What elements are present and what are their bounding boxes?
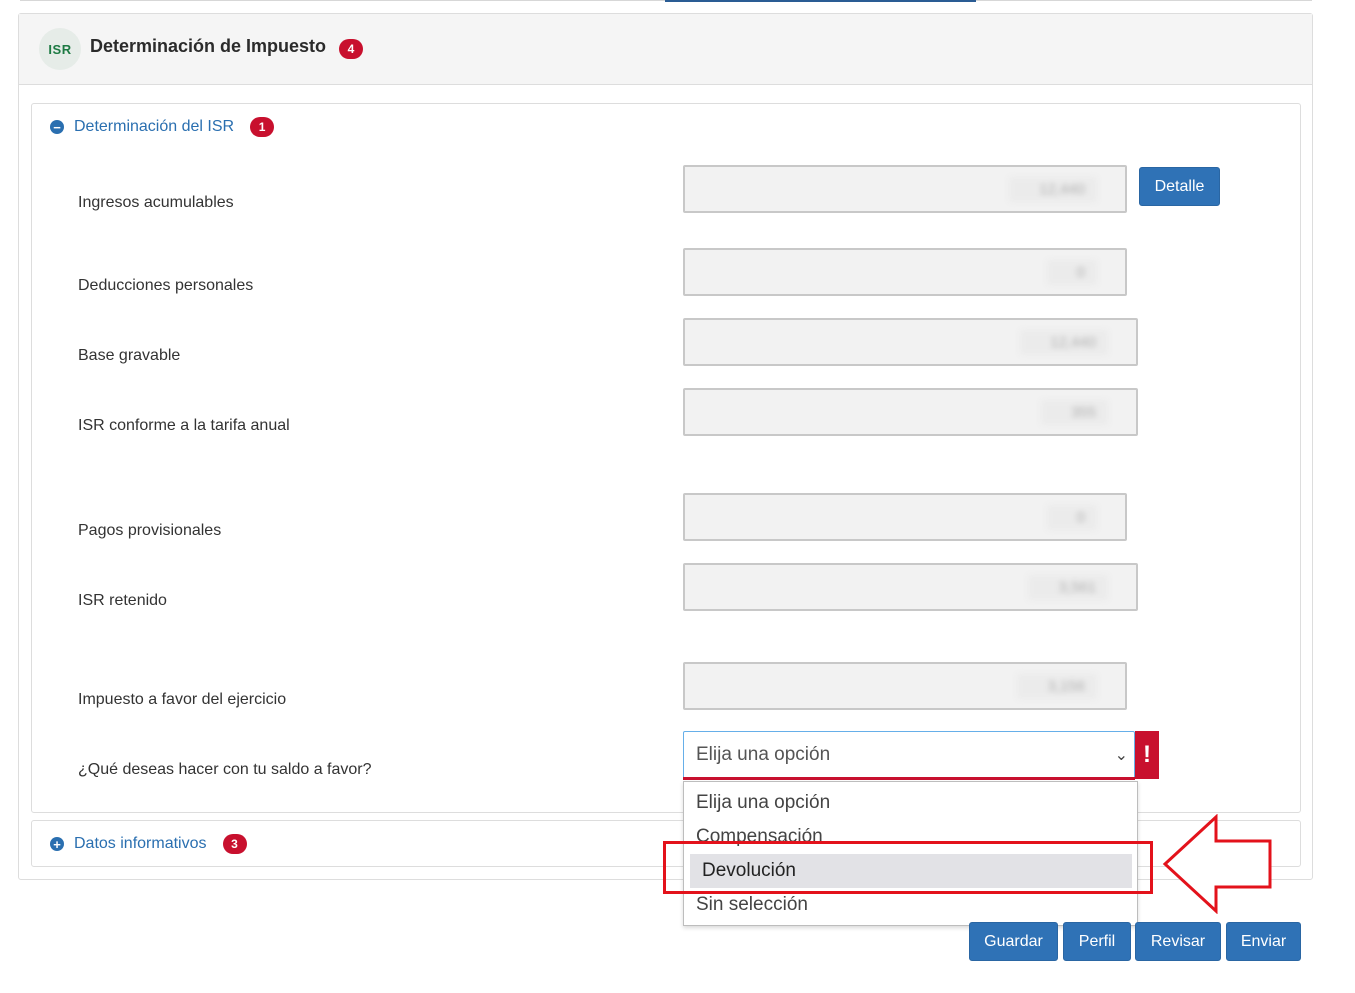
panel-title: Determinación de Impuesto (90, 36, 327, 56)
isr-icon: ISR (39, 28, 81, 70)
label-ingresos-acumulables: Ingresos acumulables (78, 194, 234, 211)
value-pagos-provisionales: 0 (1046, 504, 1097, 530)
field-impuesto-a-favor: 3,156 (683, 662, 1127, 710)
label-pagos-provisionales: Pagos provisionales (78, 522, 222, 539)
error-exclamation-icon: ! (1135, 731, 1159, 779)
field-deducciones-personales: 0 (683, 248, 1127, 296)
label-deducciones-personales: Deducciones personales (78, 277, 254, 294)
detalle-button[interactable]: Detalle (1139, 167, 1220, 206)
panel-count-badge: 4 (339, 39, 363, 59)
option-compensacion[interactable]: Compensación (684, 820, 1137, 854)
expand-plus-icon: + (50, 837, 64, 851)
label-isr-retenido: ISR retenido (78, 592, 167, 609)
value-isr-tarifa-anual: 355 (1040, 399, 1108, 425)
label-saldo-a-favor-question: ¿Qué deseas hacer con tu saldo a favor? (78, 761, 372, 778)
section-info-badge: 3 (222, 834, 247, 854)
saldo-options-dropdown: Elija una opción Compensación Devolución… (683, 781, 1138, 926)
saldo-a-favor-select[interactable]: Elija una opción ⌄ (683, 731, 1135, 779)
collapse-minus-icon: − (50, 120, 64, 134)
value-isr-retenido: 3,561 (1028, 574, 1108, 600)
label-impuesto-a-favor: Impuesto a favor del ejercicio (78, 691, 287, 708)
field-base-gravable: 12,440 (683, 318, 1138, 366)
field-ingresos-acumulables: 12,440 (683, 165, 1127, 213)
section-isr-toggle[interactable]: − Determinación del ISR 1 (50, 117, 275, 137)
enviar-button[interactable]: Enviar (1226, 922, 1301, 961)
label-base-gravable: Base gravable (78, 347, 181, 364)
section-info-title: Datos informativos (74, 835, 207, 852)
select-error-underline (683, 777, 1135, 780)
label-isr-tarifa-anual: ISR conforme a la tarifa anual (78, 417, 290, 434)
annotation-arrow-icon (1162, 814, 1272, 914)
section-info-toggle[interactable]: + Datos informativos 3 (50, 834, 247, 854)
option-elija-una-opcion[interactable]: Elija una opción (684, 786, 1137, 820)
value-impuesto-a-favor: 3,156 (1017, 673, 1097, 699)
option-devolucion[interactable]: Devolución (690, 854, 1132, 888)
chevron-down-icon: ⌄ (1114, 747, 1128, 764)
section-isr-badge: 1 (250, 117, 275, 137)
revisar-button[interactable]: Revisar (1135, 922, 1221, 961)
field-isr-tarifa-anual: 355 (683, 388, 1138, 436)
section-isr-title: Determinación del ISR (74, 118, 235, 135)
field-pagos-provisionales: 0 (683, 493, 1127, 541)
value-ingresos-acumulables: 12,440 (1009, 176, 1097, 202)
field-isr-retenido: 3,561 (683, 563, 1138, 611)
option-sin-seleccion[interactable]: Sin selección (684, 888, 1137, 922)
panel-heading: ISR Determinación de Impuesto 4 (19, 14, 1312, 85)
value-base-gravable: 12,440 (1020, 329, 1108, 355)
perfil-button[interactable]: Perfil (1063, 922, 1131, 961)
value-deducciones-personales: 0 (1046, 259, 1097, 285)
select-current-value: Elija una opción (696, 744, 831, 765)
guardar-button[interactable]: Guardar (969, 922, 1058, 961)
active-tab-indicator (665, 0, 976, 2)
